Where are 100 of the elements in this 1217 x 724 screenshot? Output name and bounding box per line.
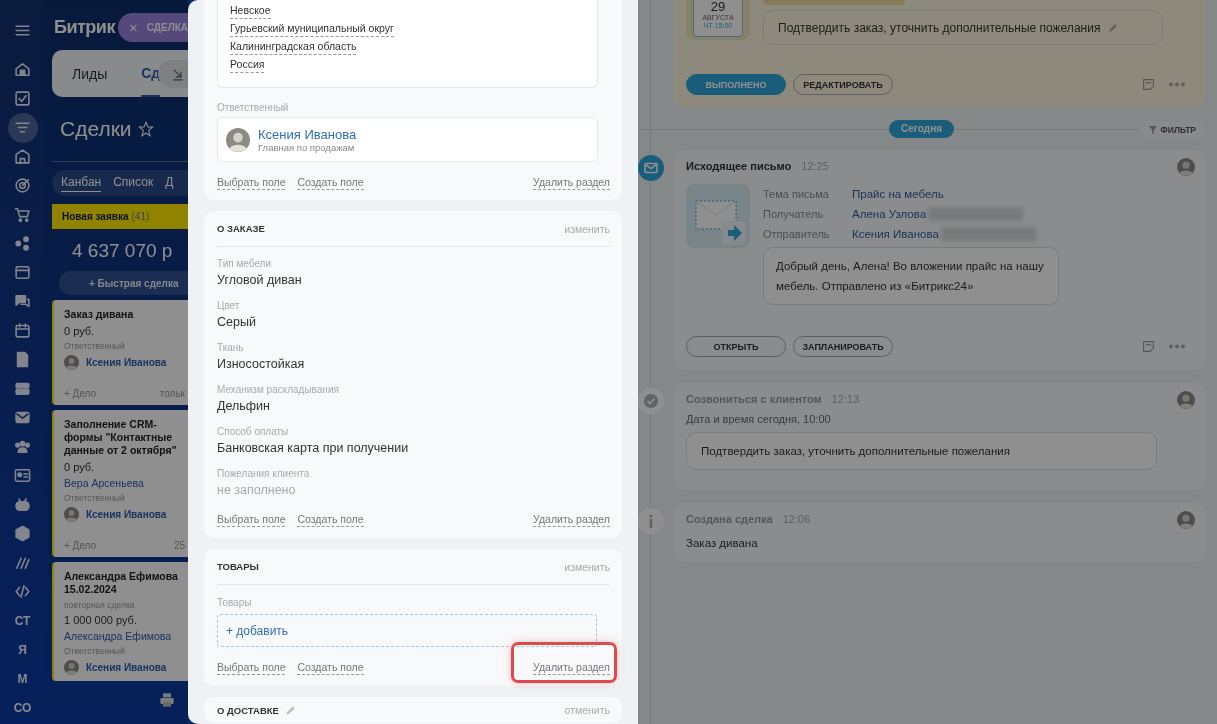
footer-link[interactable]: Выбрать поле [217, 176, 286, 190]
deal-amount: 1 000 000 руб. [64, 614, 138, 626]
field-value: Банковская карта при получении [217, 440, 410, 457]
field-value[interactable]: Алена Узлова [852, 208, 927, 220]
view-tab[interactable]: Канбан [61, 174, 102, 192]
footer-link[interactable]: Выбрать поле [217, 661, 286, 675]
cart-icon[interactable] [14, 206, 31, 223]
sidebar-item[interactable]: СТ [14, 613, 31, 628]
slider-tab[interactable]: × СДЕЛКА [118, 13, 188, 42]
field-label: Способ оплаты [217, 425, 290, 439]
filter-button[interactable]: ФИЛЬТР [1139, 121, 1205, 139]
field-value: Дельфин [217, 398, 271, 415]
delete-section-link[interactable]: Удалить раздел [533, 661, 610, 675]
field-value[interactable]: Ксения Иванова [852, 228, 939, 240]
section-action-link[interactable]: изменить [564, 222, 610, 235]
field-label: Получатель [763, 208, 825, 220]
section-title: О ЗАКАЗЕ [217, 223, 265, 234]
deal-title: Заполнение CRM-формы "Контактные данные от 2 октября" [64, 418, 178, 457]
printer-icon[interactable] [159, 692, 175, 708]
deal-amount: 0 руб. [64, 461, 96, 473]
field-label: Тема письма [763, 188, 830, 200]
user-name[interactable]: Ксения Иванова [258, 126, 357, 142]
footer-link[interactable]: Создать поле [297, 176, 364, 190]
address-link[interactable]: Невское [230, 3, 271, 19]
mail-icon[interactable] [14, 409, 31, 426]
target-icon[interactable] [14, 177, 31, 194]
sidebar-item[interactable]: М [17, 671, 28, 686]
tab[interactable]: Лиды [72, 51, 108, 96]
mail-icon [638, 155, 664, 181]
collapse-button[interactable] [158, 60, 188, 88]
info-icon [638, 508, 664, 534]
delete-section-link[interactable]: Удалить раздел [533, 176, 610, 190]
section-title: ТОВАРЫ [217, 561, 259, 572]
event-title: Исходящее письмо [686, 160, 792, 172]
responsible-name[interactable]: Ксения Иванова [86, 662, 167, 673]
event-subtitle: Дата и время сегодня, 10:00 [686, 413, 832, 425]
field-value: Угловой диван [217, 272, 303, 289]
avatar [226, 127, 250, 152]
deal-title: Александра Ефимова 15.02.2024 [64, 570, 179, 596]
field-label: Товары [217, 597, 253, 608]
comment-text: Подтвердить заказ, уточнить дополнительные пожелания [778, 20, 1101, 35]
checkbox-icon[interactable] [14, 90, 31, 107]
calendar-icon[interactable] [14, 322, 31, 339]
message-bubble: Добрый день, Алена! Во вложении прайс на нашу мебель. Отправлено из «Битрикс24» [763, 247, 1059, 305]
client-link[interactable]: Александра Ефимова [64, 630, 188, 642]
cube-icon[interactable] [14, 525, 31, 542]
nodes-icon[interactable] [14, 235, 31, 252]
footer-link[interactable]: Создать поле [297, 661, 364, 675]
app-title: Битрик [54, 16, 115, 38]
section-action-link[interactable]: отменить [564, 704, 610, 716]
code-icon[interactable] [14, 583, 31, 600]
view-tab[interactable]: Список [113, 175, 154, 191]
document-icon[interactable] [14, 351, 31, 368]
field-value[interactable]: Прайс на мебель [852, 188, 944, 200]
star-icon[interactable] [137, 121, 154, 137]
footer-link[interactable]: Выбрать поле [217, 513, 286, 527]
address-link[interactable]: Россия [230, 57, 265, 73]
footer-link[interactable]: Создать поле [297, 513, 364, 527]
responsible-name[interactable]: Ксения Иванова [86, 509, 167, 520]
address-link[interactable]: Калининградская область [230, 39, 357, 55]
delete-section-link[interactable]: Удалить раздел [533, 513, 610, 527]
date-divider-label: Сегодня [889, 119, 954, 138]
view-tab[interactable]: Д [165, 175, 174, 191]
field-value: Износостойкая [217, 356, 306, 373]
add-product-field[interactable]: + добавить [217, 614, 597, 647]
people-icon[interactable] [14, 438, 31, 455]
field-label: Цвет [217, 299, 241, 313]
event-text: Заказ дивана [686, 537, 759, 549]
deal-amount: 0 руб. [64, 325, 96, 337]
filter-icon[interactable] [14, 119, 31, 136]
section-action-link[interactable]: изменить [564, 560, 610, 573]
sidebar-item[interactable]: СО [13, 700, 32, 715]
address-link[interactable]: Гурьевский муниципальный округ [230, 21, 394, 37]
field-label: Отправитель [763, 228, 831, 240]
add-task-link[interactable]: + Дело [64, 540, 97, 551]
field-label: Механизм раскладывания [217, 383, 340, 397]
window-icon[interactable] [14, 264, 31, 281]
house-icon[interactable] [14, 61, 31, 78]
field-value: Серый [217, 314, 257, 331]
quick-add-button[interactable]: + Быстрая сделка [59, 271, 188, 295]
check-icon [638, 388, 664, 414]
chat-icon[interactable] [14, 293, 31, 310]
client-link[interactable]: Вера Арсеньева [64, 477, 188, 489]
robot-icon[interactable] [14, 496, 31, 513]
stripes-icon[interactable] [14, 554, 31, 571]
contact-card-icon[interactable] [14, 467, 31, 484]
stage-sum: 4 637 070 р [71, 239, 174, 263]
avatar [1177, 391, 1195, 409]
menu-icon[interactable] [14, 22, 31, 39]
field-label: Ответственный [217, 102, 290, 113]
stage-count: (41) [131, 211, 150, 222]
page-title: Сделки [60, 117, 132, 141]
tray-icon[interactable] [14, 380, 31, 397]
field-label: Ткань [217, 341, 245, 355]
section-title: О ДОСТАВКЕ [217, 704, 279, 716]
bank-icon[interactable] [14, 148, 31, 165]
responsible-name[interactable]: Ксения Иванова [86, 357, 167, 368]
funnel-icon [1148, 126, 1157, 134]
add-task-link[interactable]: + Дело [64, 388, 97, 399]
sidebar-item[interactable]: Я [18, 642, 27, 657]
